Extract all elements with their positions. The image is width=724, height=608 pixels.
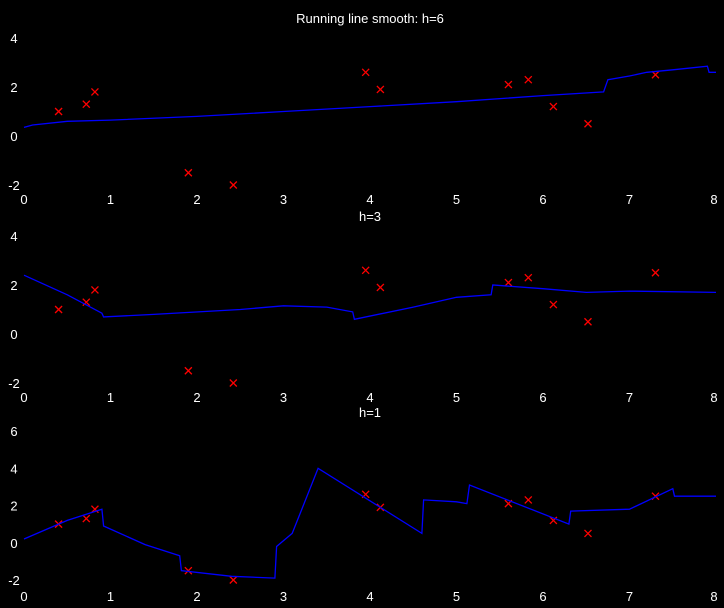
x-tick-label: 1	[107, 192, 114, 207]
x-tick-label: 7	[626, 192, 633, 207]
x-tick-label: 8	[710, 390, 717, 405]
x-tick-label: 7	[626, 390, 633, 405]
x-tick-label: 2	[193, 192, 200, 207]
y-tick-label: 4	[10, 229, 17, 244]
subplot-2-title: h=3	[359, 209, 381, 224]
x-tick-label: 5	[453, 589, 460, 604]
subplot-3-title: h=1	[359, 405, 381, 420]
y-tick-label: 4	[10, 461, 17, 476]
x-tick-label: 3	[280, 390, 287, 405]
x-tick-label: 4	[366, 192, 373, 207]
x-tick-label: 8	[710, 589, 717, 604]
y-tick-label: 2	[10, 278, 17, 293]
y-tick-label: 6	[10, 424, 17, 439]
x-tick-label: 4	[366, 390, 373, 405]
y-tick-label: 0	[10, 129, 17, 144]
x-tick-label: 0	[20, 589, 27, 604]
x-tick-label: 8	[710, 192, 717, 207]
figure-background	[0, 0, 724, 608]
x-tick-label: 6	[539, 192, 546, 207]
y-tick-label: -2	[8, 178, 20, 193]
x-tick-label: 2	[193, 589, 200, 604]
y-tick-label: 4	[10, 31, 17, 46]
y-tick-label: -2	[8, 376, 20, 391]
x-tick-label: 6	[539, 390, 546, 405]
y-tick-label: 2	[10, 80, 17, 95]
x-tick-label: 0	[20, 192, 27, 207]
y-tick-label: 2	[10, 499, 17, 514]
x-tick-label: 6	[539, 589, 546, 604]
x-tick-label: 1	[107, 390, 114, 405]
y-tick-label: -2	[8, 573, 20, 588]
x-tick-label: 1	[107, 589, 114, 604]
x-tick-label: 7	[626, 589, 633, 604]
y-tick-label: 0	[10, 327, 17, 342]
x-tick-label: 0	[20, 390, 27, 405]
x-tick-label: 3	[280, 589, 287, 604]
x-tick-label: 4	[366, 589, 373, 604]
x-tick-label: 5	[453, 390, 460, 405]
x-tick-label: 2	[193, 390, 200, 405]
figure: Running line smooth: h=6-20240 1 2 3 4 5 6 7 8h=…	[0, 0, 724, 608]
x-tick-label: 3	[280, 192, 287, 207]
x-tick-label: 5	[453, 192, 460, 207]
subplot-1-title: Running line smooth: h=6	[296, 11, 444, 26]
y-tick-label: 0	[10, 536, 17, 551]
